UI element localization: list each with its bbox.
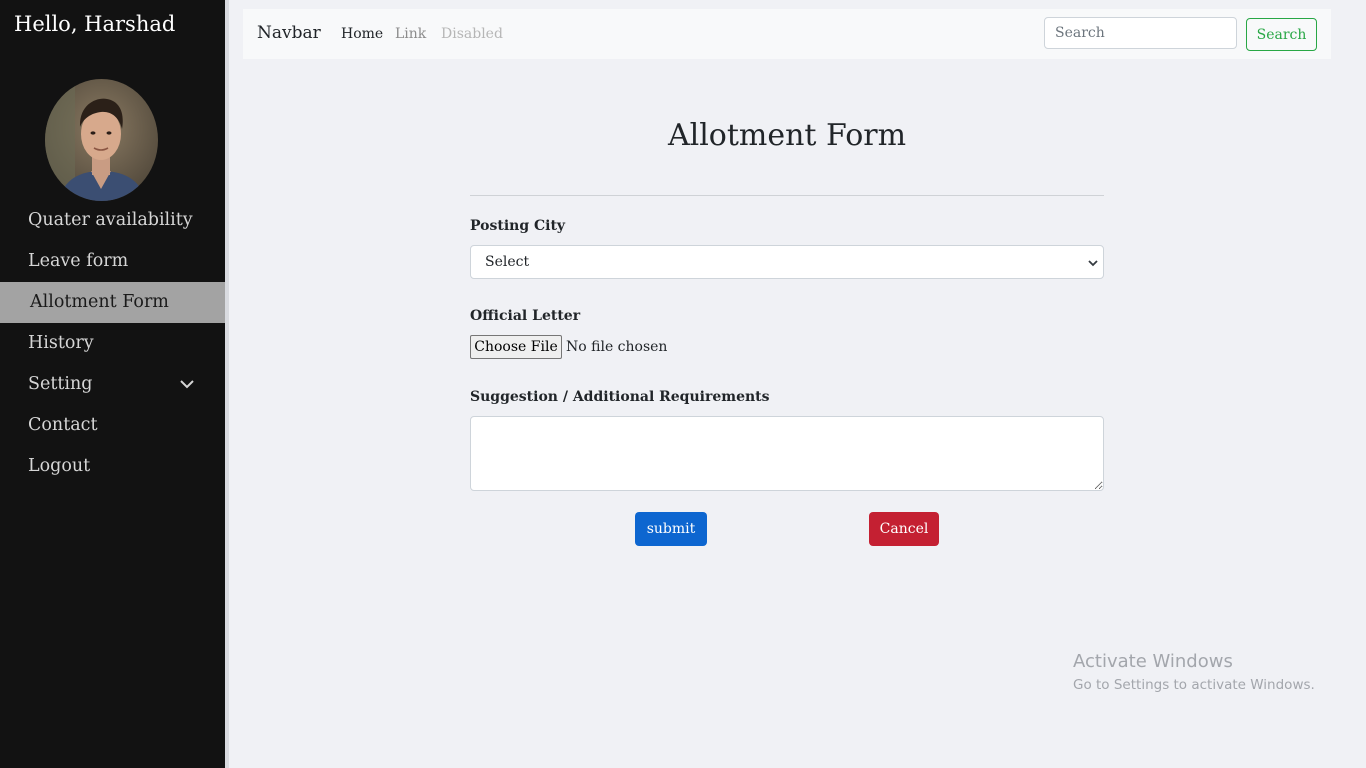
top-navbar: Navbar Home Link Disabled Search [243, 9, 1331, 59]
sidebar: Hello, Harshad Quater availability Leave… [0, 0, 225, 768]
divider [470, 195, 1104, 196]
chevron-down-icon [1088, 260, 1098, 267]
sidebar-item-logout[interactable]: Logout [0, 446, 225, 487]
sidebar-item-history[interactable]: History [0, 323, 225, 364]
cancel-button[interactable]: Cancel [869, 512, 939, 546]
nav-link-link[interactable]: Link [395, 26, 426, 42]
sidebar-item-label: Leave form [28, 251, 129, 271]
posting-city-select[interactable]: Select [470, 245, 1104, 279]
sidebar-item-contact[interactable]: Contact [0, 405, 225, 446]
activate-windows-title: Activate Windows [1073, 651, 1233, 672]
activate-windows-subtitle: Go to Settings to activate Windows. [1073, 677, 1315, 693]
sidebar-item-setting[interactable]: Setting [0, 364, 225, 405]
nav-link-disabled: Disabled [441, 26, 503, 42]
choose-file-button[interactable]: Choose File [470, 335, 562, 359]
chevron-down-icon[interactable] [179, 376, 195, 392]
sidebar-item-quater-availability[interactable]: Quater availability [0, 200, 225, 241]
sidebar-item-label: Quater availability [28, 210, 193, 230]
sidebar-item-label: Allotment Form [30, 292, 169, 312]
sidebar-item-label: History [28, 333, 94, 353]
sidebar-nav: Quater availability Leave form Allotment… [0, 200, 225, 487]
nav-link-home[interactable]: Home [341, 26, 383, 42]
avatar [45, 79, 158, 201]
official-letter-label: Official Letter [470, 308, 581, 324]
search-input[interactable] [1044, 17, 1237, 49]
sidebar-item-allotment-form[interactable]: Allotment Form [0, 282, 225, 323]
posting-city-selected: Select [485, 254, 530, 270]
posting-city-label: Posting City [470, 218, 566, 234]
navbar-brand[interactable]: Navbar [257, 23, 321, 43]
sidebar-item-label: Setting [28, 374, 93, 394]
suggestion-label: Suggestion / Additional Requirements [470, 389, 770, 405]
sidebar-item-label: Contact [28, 415, 98, 435]
page-title: Allotment Form [667, 118, 907, 153]
file-status: No file chosen [566, 339, 668, 355]
greeting: Hello, Harshad [14, 12, 176, 36]
search-button[interactable]: Search [1246, 18, 1317, 51]
suggestion-textarea[interactable] [470, 416, 1104, 491]
sidebar-item-label: Logout [28, 456, 91, 476]
sidebar-edge [225, 0, 229, 768]
submit-button[interactable]: submit [635, 512, 707, 546]
sidebar-item-leave-form[interactable]: Leave form [0, 241, 225, 282]
